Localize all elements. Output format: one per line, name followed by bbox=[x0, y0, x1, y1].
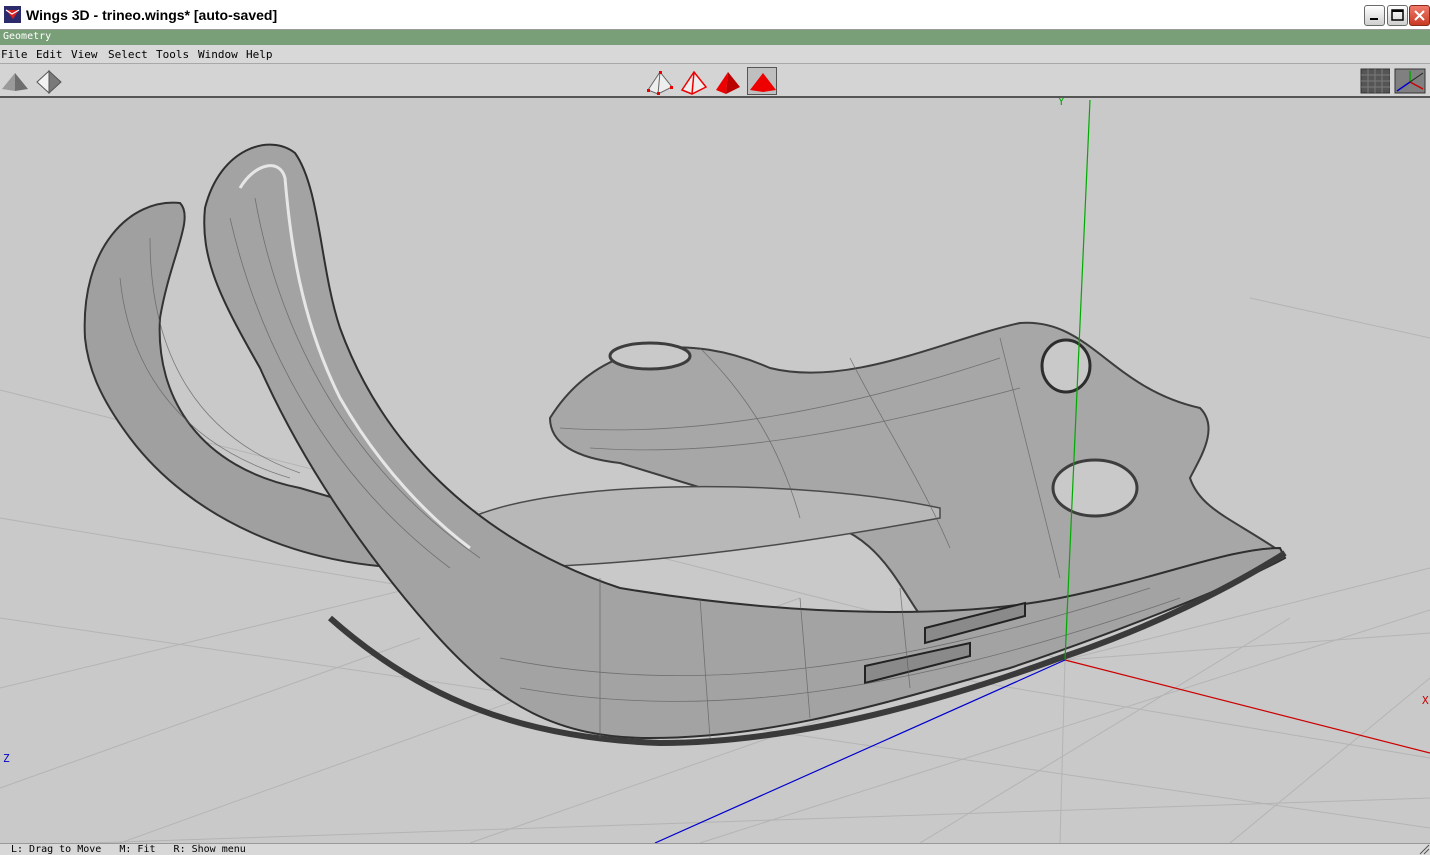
status-hint: L: Drag to Move M: Fit R: Show menu bbox=[11, 844, 246, 855]
vertex-mode-button[interactable] bbox=[645, 67, 675, 95]
maximize-icon bbox=[1391, 9, 1404, 21]
close-button[interactable] bbox=[1409, 5, 1430, 26]
status-bar: L: Drag to Move M: Fit R: Show menu bbox=[0, 843, 1430, 855]
viewport-3d[interactable]: Y X Z bbox=[0, 98, 1430, 843]
menu-window[interactable]: Window bbox=[198, 48, 238, 61]
toolbar bbox=[0, 64, 1430, 98]
smooth-shade-icon bbox=[2, 73, 28, 91]
body-mode-icon bbox=[750, 73, 776, 92]
groundplane-toggle-button[interactable] bbox=[1360, 67, 1390, 95]
edge-mode-icon bbox=[680, 70, 708, 95]
menu-file[interactable]: File bbox=[1, 48, 28, 61]
title-bar: Wings 3D - trineo.wings* [auto-saved] bbox=[0, 0, 1430, 30]
z-axis-label: Z bbox=[3, 752, 10, 765]
resize-grip-icon[interactable] bbox=[1419, 844, 1430, 855]
geometry-mode-bar: Geometry bbox=[0, 30, 1430, 45]
wings3d-app-icon[interactable] bbox=[4, 6, 21, 23]
x-axis-line bbox=[1064, 659, 1430, 754]
menu-bar: File Edit View Select Tools Window Help bbox=[0, 45, 1430, 64]
body-mode-button[interactable] bbox=[747, 67, 777, 95]
minimize-button[interactable] bbox=[1364, 5, 1385, 26]
menu-tools[interactable]: Tools bbox=[156, 48, 189, 61]
y-axis-label: Y bbox=[1058, 98, 1065, 108]
wireframe-shade-icon bbox=[36, 69, 62, 95]
x-axis-label: X bbox=[1422, 694, 1429, 707]
close-icon bbox=[1414, 10, 1425, 21]
window-title: Wings 3D - trineo.wings* [auto-saved] bbox=[26, 7, 278, 23]
menu-help[interactable]: Help bbox=[246, 48, 273, 61]
face-mode-button[interactable] bbox=[713, 67, 743, 95]
groundplane-toggle-icon bbox=[1360, 68, 1390, 94]
wireframe-shade-button[interactable] bbox=[34, 67, 64, 95]
axes-toggle-button[interactable] bbox=[1394, 67, 1426, 95]
maximize-button[interactable] bbox=[1387, 5, 1408, 26]
edge-mode-button[interactable] bbox=[679, 67, 709, 95]
sled-model[interactable] bbox=[83, 143, 1287, 747]
menu-view[interactable]: View bbox=[71, 48, 98, 61]
vertex-mode-icon bbox=[647, 71, 673, 95]
smooth-shade-button[interactable] bbox=[0, 67, 30, 95]
face-mode-icon bbox=[716, 72, 740, 94]
menu-edit[interactable]: Edit bbox=[36, 48, 63, 61]
axes-toggle-icon bbox=[1394, 68, 1426, 94]
scene-canvas[interactable] bbox=[0, 98, 1430, 843]
menu-select[interactable]: Select bbox=[108, 48, 148, 61]
geometry-label: Geometry bbox=[3, 31, 52, 42]
minimize-icon bbox=[1370, 18, 1378, 20]
